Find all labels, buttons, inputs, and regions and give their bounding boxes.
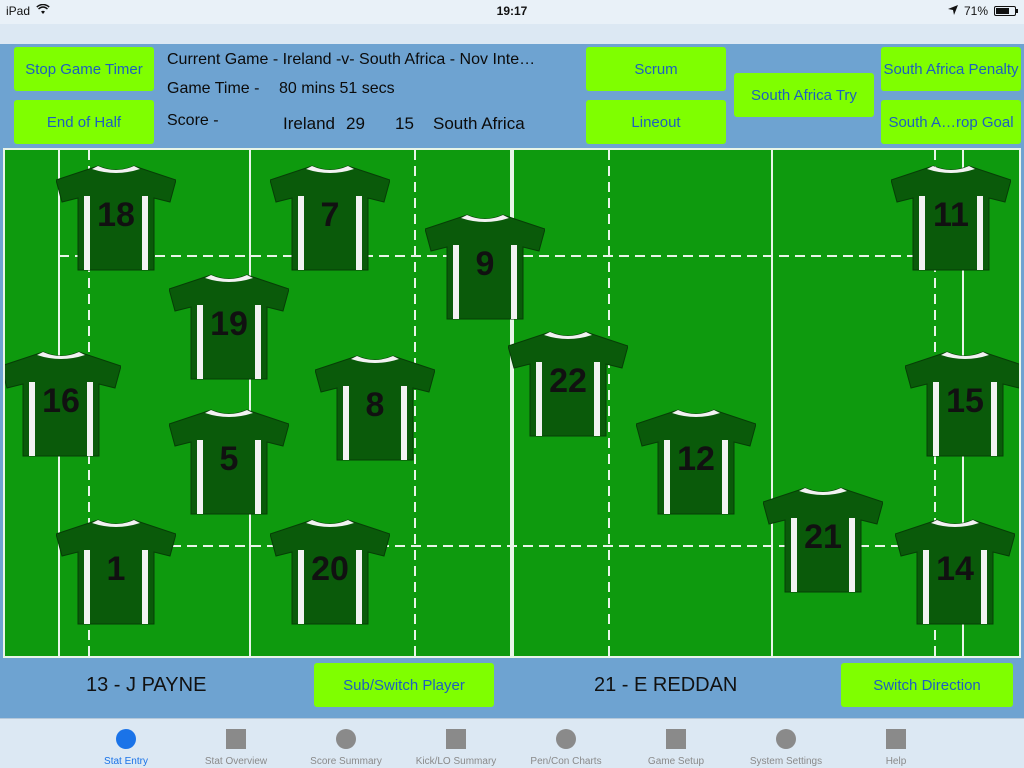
tab-label: Kick/LO Summary	[415, 756, 497, 767]
player-jersey[interactable]: 15	[905, 348, 1019, 460]
square-icon	[226, 729, 246, 749]
jersey-number: 15	[946, 382, 984, 420]
player-jersey[interactable]: 1	[56, 516, 176, 628]
current-game-label: Current Game - Ireland -v- South Africa …	[167, 51, 536, 68]
jersey-number: 1	[106, 550, 126, 588]
tab-label: Stat Overview	[204, 756, 268, 767]
square-icon	[446, 729, 466, 749]
jersey-number: 21	[804, 518, 842, 556]
player-jersey[interactable]: 20	[270, 516, 390, 628]
circle-icon	[776, 729, 796, 749]
tab-system-settings[interactable]: System Settings	[731, 719, 841, 768]
player-jersey[interactable]: 9	[425, 211, 545, 323]
tab-stat-overview[interactable]: Stat Overview	[181, 719, 291, 768]
tab-label: Help	[885, 756, 907, 767]
switch-direction-button[interactable]: Switch Direction	[841, 663, 1013, 707]
stop-game-timer-button[interactable]: Stop Game Timer	[14, 47, 154, 91]
game-time-value: 80 mins 51 secs	[279, 80, 395, 97]
player-jersey[interactable]: 5	[169, 406, 289, 518]
jersey-number: 14	[936, 550, 974, 588]
tab-label: Pen/Con Charts	[530, 756, 602, 767]
title-band	[0, 24, 1024, 44]
player-jersey[interactable]: 11	[891, 162, 1011, 274]
status-bar: iPad 19:17 71%	[0, 0, 1024, 24]
jersey-number: 7	[320, 196, 340, 234]
tab-bar: Stat Entry Stat Overview Score Summary K…	[0, 718, 1024, 768]
battery-percent: 71%	[963, 4, 988, 18]
lineout-button[interactable]: Lineout	[586, 100, 726, 144]
player-jersey[interactable]: 14	[895, 516, 1015, 628]
game-time-label: Game Time -	[167, 80, 260, 97]
tab-help[interactable]: Help	[841, 719, 951, 768]
tab-label: System Settings	[749, 756, 823, 767]
selected-player-right: 21 - E REDDAN	[594, 674, 738, 696]
jersey-number: 22	[549, 362, 587, 400]
battery-icon	[994, 6, 1018, 16]
circle-icon	[556, 729, 576, 749]
player-jersey[interactable]: 16	[5, 348, 121, 460]
tab-score-summary[interactable]: Score Summary	[291, 719, 401, 768]
jersey-number: 12	[677, 440, 715, 478]
home-team-name: Ireland	[283, 114, 335, 133]
circle-icon	[116, 729, 136, 749]
rugby-pitch[interactable]: 18 7 9 11 19 16 8 22 15 5 12 21 1 20 14	[3, 148, 1021, 658]
jersey-number: 9	[475, 245, 495, 283]
tab-pen-con-charts[interactable]: Pen/Con Charts	[511, 719, 621, 768]
tab-kick-lo-summary[interactable]: Kick/LO Summary	[401, 719, 511, 768]
selected-player-left: 13 - J PAYNE	[86, 674, 207, 696]
jersey-number: 8	[365, 386, 385, 424]
square-icon	[886, 729, 906, 749]
tab-label: Game Setup	[647, 756, 705, 767]
tab-game-setup[interactable]: Game Setup	[621, 719, 731, 768]
away-team-name: South Africa	[433, 114, 525, 133]
player-jersey[interactable]: 12	[636, 406, 756, 518]
player-jersey[interactable]: 18	[56, 162, 176, 274]
score-label: Score -	[167, 112, 219, 129]
try-button[interactable]: South Africa Try	[734, 73, 874, 117]
away-score: 15	[395, 114, 414, 133]
scrum-button[interactable]: Scrum	[586, 47, 726, 91]
tab-label: Score Summary	[310, 756, 382, 767]
jersey-number: 11	[933, 196, 969, 234]
tab-stat-entry[interactable]: Stat Entry	[71, 719, 181, 768]
location-icon	[947, 4, 958, 18]
jersey-number: 18	[97, 196, 135, 234]
home-score: 29	[346, 114, 365, 133]
player-jersey[interactable]: 7	[270, 162, 390, 274]
player-jersey[interactable]: 22	[508, 328, 628, 440]
jersey-number: 20	[311, 550, 349, 588]
drop-goal-button[interactable]: South A…rop Goal	[881, 100, 1021, 144]
player-jersey[interactable]: 8	[315, 352, 435, 464]
tab-label: Stat Entry	[104, 756, 148, 767]
penalty-button[interactable]: South Africa Penalty	[881, 47, 1021, 91]
end-of-half-button[interactable]: End of Half	[14, 100, 154, 144]
status-time: 19:17	[496, 4, 528, 18]
jersey-number: 19	[210, 305, 248, 343]
jersey-number: 5	[219, 440, 239, 478]
player-jersey[interactable]: 19	[169, 271, 289, 383]
square-icon	[666, 729, 686, 749]
sub-switch-player-button[interactable]: Sub/Switch Player	[314, 663, 494, 707]
circle-icon	[336, 729, 356, 749]
jersey-number: 16	[42, 382, 80, 420]
player-jersey[interactable]: 21	[763, 484, 883, 596]
